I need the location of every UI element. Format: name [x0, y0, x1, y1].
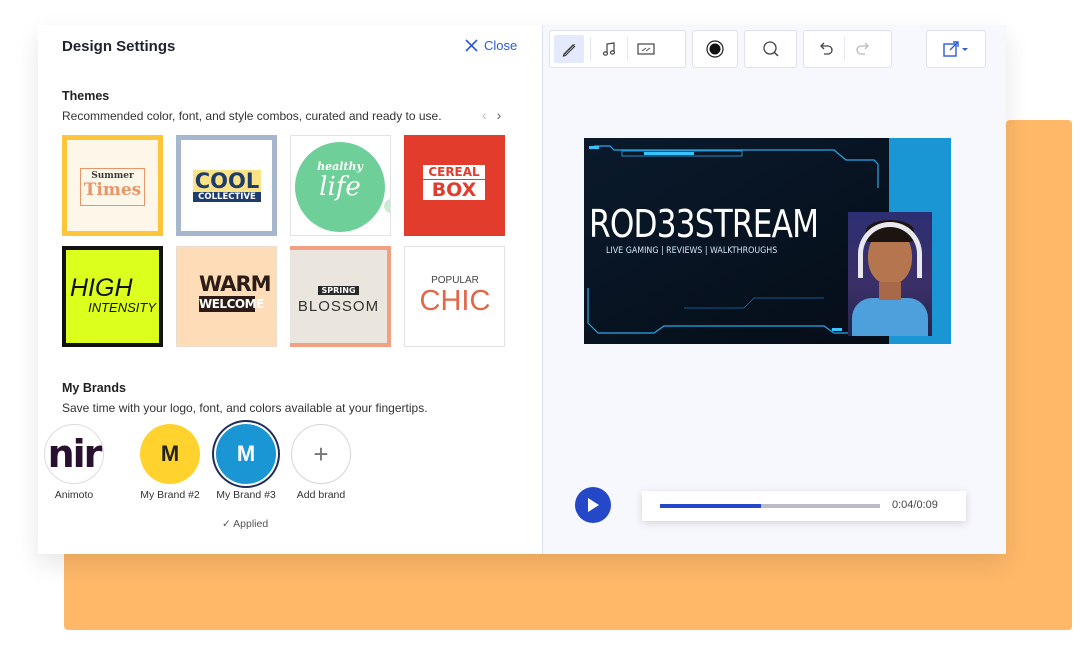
- theme-dot: [384, 199, 390, 213]
- preview-headline: ROD33STREAM: [589, 202, 819, 246]
- theme-line2: COLLECTIVE: [193, 192, 261, 202]
- brand-avatar: M: [140, 424, 200, 484]
- brand-label: My Brand #3: [216, 489, 276, 501]
- theme-line2: WELCOME: [199, 296, 264, 312]
- export-icon: [943, 41, 968, 57]
- brand-initial: M: [236, 441, 256, 466]
- theme-healthy-life[interactable]: healthy life: [290, 135, 391, 236]
- play-icon: [588, 498, 599, 512]
- theme-line2: BLOSSOM: [297, 298, 380, 315]
- editor-window: Design Settings Close Themes Recommended…: [38, 25, 1006, 554]
- record-icon: [706, 40, 724, 58]
- brand-logo-text: nir: [47, 432, 103, 476]
- theme-line1: WARM: [199, 272, 272, 296]
- theme-cool-collective[interactable]: COOL COLLECTIVE: [176, 135, 277, 236]
- search-icon: [762, 41, 779, 57]
- design-settings-panel: Design Settings Close Themes Recommended…: [38, 25, 542, 554]
- brand-my-brand-3[interactable]: M My Brand #3: [206, 424, 286, 501]
- aspect-ratio-icon: [637, 43, 655, 55]
- theme-popular-chic[interactable]: POPULAR CHIC: [404, 246, 505, 347]
- theme-line1: CEREAL: [423, 165, 485, 179]
- video-preview[interactable]: ROD33STREAM LIVE GAMING | REVIEWS | WALK…: [584, 138, 951, 344]
- theme-line1: HIGH: [70, 274, 133, 302]
- toolbar-export-group: [926, 30, 986, 68]
- playback-bar: 0:04/0:09: [642, 491, 966, 521]
- neck-shape: [879, 282, 901, 300]
- close-label: Close: [484, 38, 518, 53]
- brand-initial: M: [160, 441, 180, 466]
- playback-time: 0:04/0:09: [892, 499, 938, 511]
- brand-animoto[interactable]: nir Animoto: [38, 424, 114, 501]
- plus-icon: +: [313, 438, 329, 469]
- music-button[interactable]: [591, 35, 627, 63]
- preview-subline: LIVE GAMING | REVIEWS | WALKTHROUGHS: [606, 246, 778, 256]
- undo-icon: [820, 42, 833, 55]
- themes-description: Recommended color, font, and style combo…: [62, 109, 442, 123]
- shirt-shape: [852, 298, 928, 336]
- brands-heading: My Brands: [62, 381, 126, 395]
- theme-line1: SPRING: [318, 286, 359, 295]
- brand-label: Animoto: [54, 489, 94, 501]
- play-button[interactable]: [575, 487, 611, 523]
- theme-warm-welcome[interactable]: WARM WELCOME: [176, 246, 277, 347]
- theme-line2: Times: [83, 180, 142, 200]
- theme-line2: life: [319, 172, 361, 202]
- close-icon: [465, 39, 478, 52]
- add-brand-circle: +: [291, 424, 351, 484]
- brand-logo-animoto: nir: [44, 424, 104, 484]
- theme-line1: COOL: [193, 169, 261, 193]
- themes-pager: ‹›: [482, 107, 511, 123]
- progress-fill: [660, 504, 762, 508]
- brand-my-brand-2[interactable]: M My Brand #2: [130, 424, 210, 501]
- streamer-photo: [848, 212, 932, 336]
- brand-avatar-selected: M: [216, 424, 276, 484]
- pencil-tool-button[interactable]: [554, 35, 584, 63]
- theme-spring-blossom[interactable]: SPRING BLOSSOM: [290, 246, 391, 347]
- brand-label: My Brand #2: [140, 489, 200, 501]
- panel-title: Design Settings: [62, 38, 176, 55]
- progress-track[interactable]: [660, 504, 880, 508]
- chevron-left-icon[interactable]: ‹: [482, 107, 497, 123]
- music-note-icon: [602, 42, 616, 56]
- toolbar-tools-group: [549, 30, 686, 68]
- preview-panel: ROD33STREAM LIVE GAMING | REVIEWS | WALK…: [542, 25, 1006, 554]
- search-button[interactable]: [753, 35, 789, 63]
- chevron-right-icon[interactable]: ›: [497, 107, 512, 123]
- toolbar-search-group: [744, 30, 797, 68]
- aspect-ratio-button[interactable]: [628, 35, 664, 63]
- undo-button[interactable]: [808, 35, 844, 63]
- toolbar-history-group: [803, 30, 892, 68]
- close-button[interactable]: Close: [465, 38, 517, 53]
- headphones-shape: [858, 222, 922, 278]
- theme-line2: CHIC: [419, 285, 491, 317]
- redo-icon: [856, 42, 869, 55]
- record-button[interactable]: [697, 35, 733, 63]
- theme-line2: BOX: [423, 180, 485, 200]
- toolbar-record-group: [692, 30, 738, 68]
- theme-cereal-box[interactable]: CEREAL BOX: [404, 135, 505, 236]
- theme-summer-times[interactable]: Summer Times: [62, 135, 163, 236]
- brand-label: Add brand: [296, 489, 346, 501]
- pencil-icon: [562, 43, 576, 57]
- redo-button[interactable]: [845, 35, 881, 63]
- theme-high-intensity[interactable]: HIGH INTENSITY: [62, 246, 163, 347]
- brands-description: Save time with your logo, font, and colo…: [62, 401, 428, 415]
- theme-line2: INTENSITY: [88, 300, 156, 315]
- applied-status: ✓ Applied: [222, 518, 269, 530]
- add-brand-button[interactable]: + Add brand: [281, 424, 361, 501]
- export-button[interactable]: [936, 35, 976, 63]
- themes-heading: Themes: [62, 89, 110, 103]
